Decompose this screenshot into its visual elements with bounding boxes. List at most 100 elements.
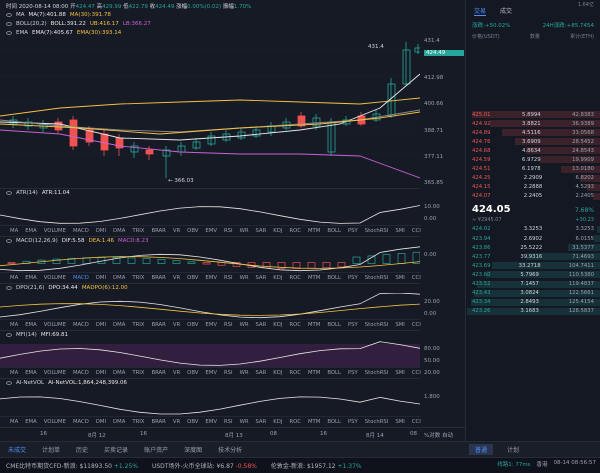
chart-area[interactable]: 时间 2020-08-14 08:00 开424.47 高429.99 低422… xyxy=(0,0,465,441)
indicator-tab-dmi[interactable]: DMI xyxy=(96,370,106,376)
indicator-tab-macd[interactable]: MACD xyxy=(73,419,89,425)
indicator-tab-rsi[interactable]: RSI xyxy=(224,275,233,281)
indicator-tab-boll[interactable]: BOLL xyxy=(327,419,341,425)
candlestick-chart[interactable]: 431.4 ← 366.03 xyxy=(0,38,420,188)
indicator-tab-obv[interactable]: OBV xyxy=(187,322,198,328)
indicator-tab-dma[interactable]: DMA xyxy=(113,419,125,425)
indicator-tab-dmi[interactable]: DMI xyxy=(96,228,106,234)
eye-icon[interactable] xyxy=(6,191,12,195)
indicator-tab-wr[interactable]: WR xyxy=(240,322,249,328)
indicator-tab-rsi[interactable]: RSI xyxy=(224,419,233,425)
indicator-tab-brar[interactable]: BRAR xyxy=(151,228,165,234)
book-row[interactable]: 423.60 5.7969 110.5380 xyxy=(466,270,600,279)
indicator-tab-emv[interactable]: EMV xyxy=(205,419,217,425)
eye-icon[interactable] xyxy=(6,31,12,35)
indicator-tab-cci[interactable]: CCI xyxy=(412,322,421,328)
book-row[interactable]: 423.69 33.2718 104.7411 xyxy=(466,261,600,270)
book-row[interactable]: 424.76 3.6909 28.5452 xyxy=(466,137,600,146)
book-row[interactable]: 424.02 3.3253 3.3253 xyxy=(466,225,600,234)
book-row[interactable]: 423.52 7.1457 119.4837 xyxy=(466,280,600,289)
footer-tab[interactable]: 买卖记录 xyxy=(96,445,136,454)
indicator-tab-brar[interactable]: BRAR xyxy=(151,370,165,376)
indicator-tab-wr[interactable]: WR xyxy=(240,419,249,425)
indicator-tab-macd[interactable]: MACD xyxy=(73,370,89,376)
indicator-tab-obv[interactable]: OBV xyxy=(187,228,198,234)
indicator-tab-macd[interactable]: MACD xyxy=(73,322,89,328)
book-row[interactable]: 424.51 6.1978 13.0180 xyxy=(466,165,600,174)
indicator-tab-emv[interactable]: EMV xyxy=(205,275,217,281)
ticker-item[interactable]: 伦敦金-新浪: $1957.12 +1.37% xyxy=(271,461,362,470)
indicator-tab-macd[interactable]: MACD xyxy=(73,275,89,281)
indicator-tab-smi[interactable]: SMI xyxy=(395,370,405,376)
indicator-tab-ema[interactable]: EMA xyxy=(25,228,37,234)
indicator-tab-dma[interactable]: DMA xyxy=(113,322,125,328)
eye-icon[interactable] xyxy=(6,13,12,17)
book-row[interactable]: 423.34 2.8493 125.4154 xyxy=(466,298,600,307)
indicator-tab-volume[interactable]: VOLUME xyxy=(44,322,66,328)
indicator-tab-kdj[interactable]: KDJ xyxy=(273,322,282,328)
footer-tab[interactable]: 计划单 xyxy=(34,445,68,454)
eye-icon[interactable] xyxy=(6,239,12,243)
indicator-tab-emv[interactable]: EMV xyxy=(205,322,217,328)
footer-tab[interactable]: 技术分析 xyxy=(210,445,250,454)
indicator-tab-roc[interactable]: ROC xyxy=(289,275,301,281)
indicator-tab-psy[interactable]: PSY xyxy=(348,419,358,425)
indicator-tab-wr[interactable]: WR xyxy=(240,370,249,376)
book-row[interactable]: 424.89 4.5116 33.0568 xyxy=(466,128,600,137)
footer-tab[interactable]: 历史 xyxy=(68,445,96,454)
indicator-tab-rsi[interactable]: RSI xyxy=(224,322,233,328)
book-row[interactable]: 423.86 25.5222 31.5377 xyxy=(466,243,600,252)
book-row[interactable]: 423.77 39.9316 71.4693 xyxy=(466,252,600,261)
indicator-tab-cci[interactable]: CCI xyxy=(412,419,421,425)
indicator-tab-trix[interactable]: TRIX xyxy=(132,275,144,281)
eye-icon[interactable] xyxy=(6,286,12,290)
footer-tab[interactable]: 账户资产 xyxy=(136,445,176,454)
indicator-tab-sar[interactable]: SAR xyxy=(256,322,267,328)
tab-deals[interactable]: 成交 xyxy=(500,6,512,16)
indicator-tab-dma[interactable]: DMA xyxy=(113,275,125,281)
indicator-tab-macd[interactable]: MACD xyxy=(73,228,89,234)
order-type-plan[interactable]: 计划 xyxy=(499,445,527,454)
indicator-tab-brar[interactable]: BRAR xyxy=(151,419,165,425)
indicator-tab-ema[interactable]: EMA xyxy=(25,275,37,281)
indicator-tab-mtm[interactable]: MTM xyxy=(308,370,320,376)
indicator-tab-vr[interactable]: VR xyxy=(173,228,180,234)
indicator-tab-boll[interactable]: BOLL xyxy=(327,228,341,234)
indicator-tab-ema[interactable]: EMA xyxy=(25,322,37,328)
indicator-tab-volume[interactable]: VOLUME xyxy=(44,275,66,281)
book-row[interactable]: 424.25 2.2909 6.8202 xyxy=(466,174,600,183)
indicator-tab-wr[interactable]: WR xyxy=(240,275,249,281)
indicator-tab-vr[interactable]: VR xyxy=(173,419,180,425)
indicator-tab-ma[interactable]: MA xyxy=(10,370,18,376)
indicator-tab-roc[interactable]: ROC xyxy=(289,370,301,376)
indicator-tab-sar[interactable]: SAR xyxy=(256,419,267,425)
indicator-tab-obv[interactable]: OBV xyxy=(187,419,198,425)
indicator-tab-stochrsi[interactable]: StochRSI xyxy=(365,419,389,425)
indicator-tab-mtm[interactable]: MTM xyxy=(308,228,320,234)
indicator-tab-dmi[interactable]: DMI xyxy=(96,322,106,328)
indicator-tab-psy[interactable]: PSY xyxy=(348,322,358,328)
indicator-tab-mtm[interactable]: MTM xyxy=(308,322,320,328)
indicator-tab-sar[interactable]: SAR xyxy=(256,370,267,376)
indicator-tab-kdj[interactable]: KDJ xyxy=(273,419,282,425)
ticker-item[interactable]: USDT场外-火币全球站: ¥6.87 -0.58% xyxy=(152,461,257,470)
indicator-tab-boll[interactable]: BOLL xyxy=(327,275,341,281)
book-row[interactable]: 424.92 3.8821 36.9389 xyxy=(466,119,600,128)
book-row[interactable]: 424.68 4.8634 24.8543 xyxy=(466,146,600,155)
indicator-tab-kdj[interactable]: KDJ xyxy=(273,275,282,281)
indicator-tab-boll[interactable]: BOLL xyxy=(327,370,341,376)
indicator-tab-stochrsi[interactable]: StochRSI xyxy=(365,322,389,328)
indicator-tab-ma[interactable]: MA xyxy=(10,275,18,281)
indicator-tab-brar[interactable]: BRAR xyxy=(151,322,165,328)
book-row[interactable]: 424.15 2.2888 4.5293 xyxy=(466,183,600,192)
indicator-tab-vr[interactable]: VR xyxy=(173,370,180,376)
eye-icon[interactable] xyxy=(6,333,12,337)
indicator-tab-rsi[interactable]: RSI xyxy=(224,370,233,376)
eye-icon[interactable] xyxy=(6,22,12,26)
indicator-tab-psy[interactable]: PSY xyxy=(348,275,358,281)
order-type-normal[interactable]: 普通 xyxy=(469,444,494,455)
book-row[interactable]: 423.43 3.0824 122.5661 xyxy=(466,289,600,298)
indicator-tab-vr[interactable]: VR xyxy=(173,275,180,281)
book-row[interactable]: 425.01 5.8994 42.8383 xyxy=(466,110,600,119)
indicator-tab-trix[interactable]: TRIX xyxy=(132,322,144,328)
